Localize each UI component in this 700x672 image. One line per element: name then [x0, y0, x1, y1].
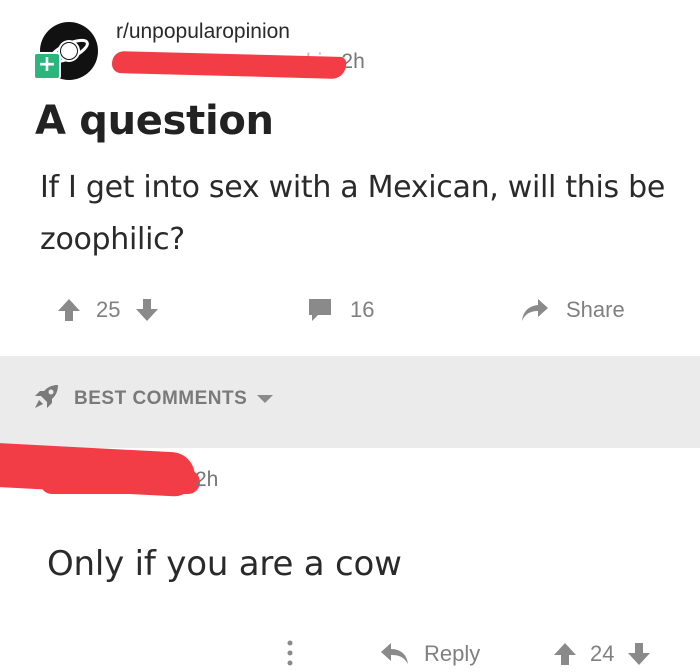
share-label: Share	[566, 297, 625, 322]
comment-sort-dropdown[interactable]: BEST COMMENTS	[32, 383, 274, 415]
comment-count: 16	[350, 297, 375, 322]
vote-group: 25	[56, 288, 160, 332]
comments-button[interactable]: 16	[306, 288, 374, 332]
comment-text: Only if you are a cow	[47, 544, 402, 584]
upvote-count: 25	[96, 297, 121, 322]
rocket-icon	[32, 383, 60, 415]
downvote-icon[interactable]	[626, 641, 652, 667]
post-actions: 25 16 Share	[0, 288, 700, 332]
downvote-icon[interactable]	[134, 297, 160, 323]
share-arrow-icon	[520, 296, 550, 324]
post-title[interactable]: A question	[35, 98, 274, 144]
post-body: If I get into sex with a Mexican, will t…	[40, 170, 666, 257]
comment-time: 2h	[195, 468, 219, 491]
join-plus-icon[interactable]: +	[33, 52, 61, 80]
comment-sort-label: BEST COMMENTS	[74, 388, 248, 409]
comment-vote-group: 24	[552, 636, 652, 672]
chevron-down-icon	[257, 395, 274, 403]
comment-bubble-icon	[306, 296, 334, 324]
comment-actions: Reply 24	[0, 636, 700, 672]
reply-arrow-icon	[380, 641, 410, 667]
upvote-icon[interactable]	[552, 641, 578, 667]
subreddit-name[interactable]: r/unpopularopinion	[116, 20, 290, 44]
share-button[interactable]: Share	[520, 288, 625, 332]
more-options-icon[interactable]	[285, 636, 295, 672]
comment-upvote-count: 24	[590, 641, 615, 666]
redaction-mark	[40, 470, 200, 494]
upvote-icon[interactable]	[56, 297, 82, 323]
reply-button[interactable]: Reply	[380, 636, 480, 672]
reply-label: Reply	[424, 641, 481, 666]
